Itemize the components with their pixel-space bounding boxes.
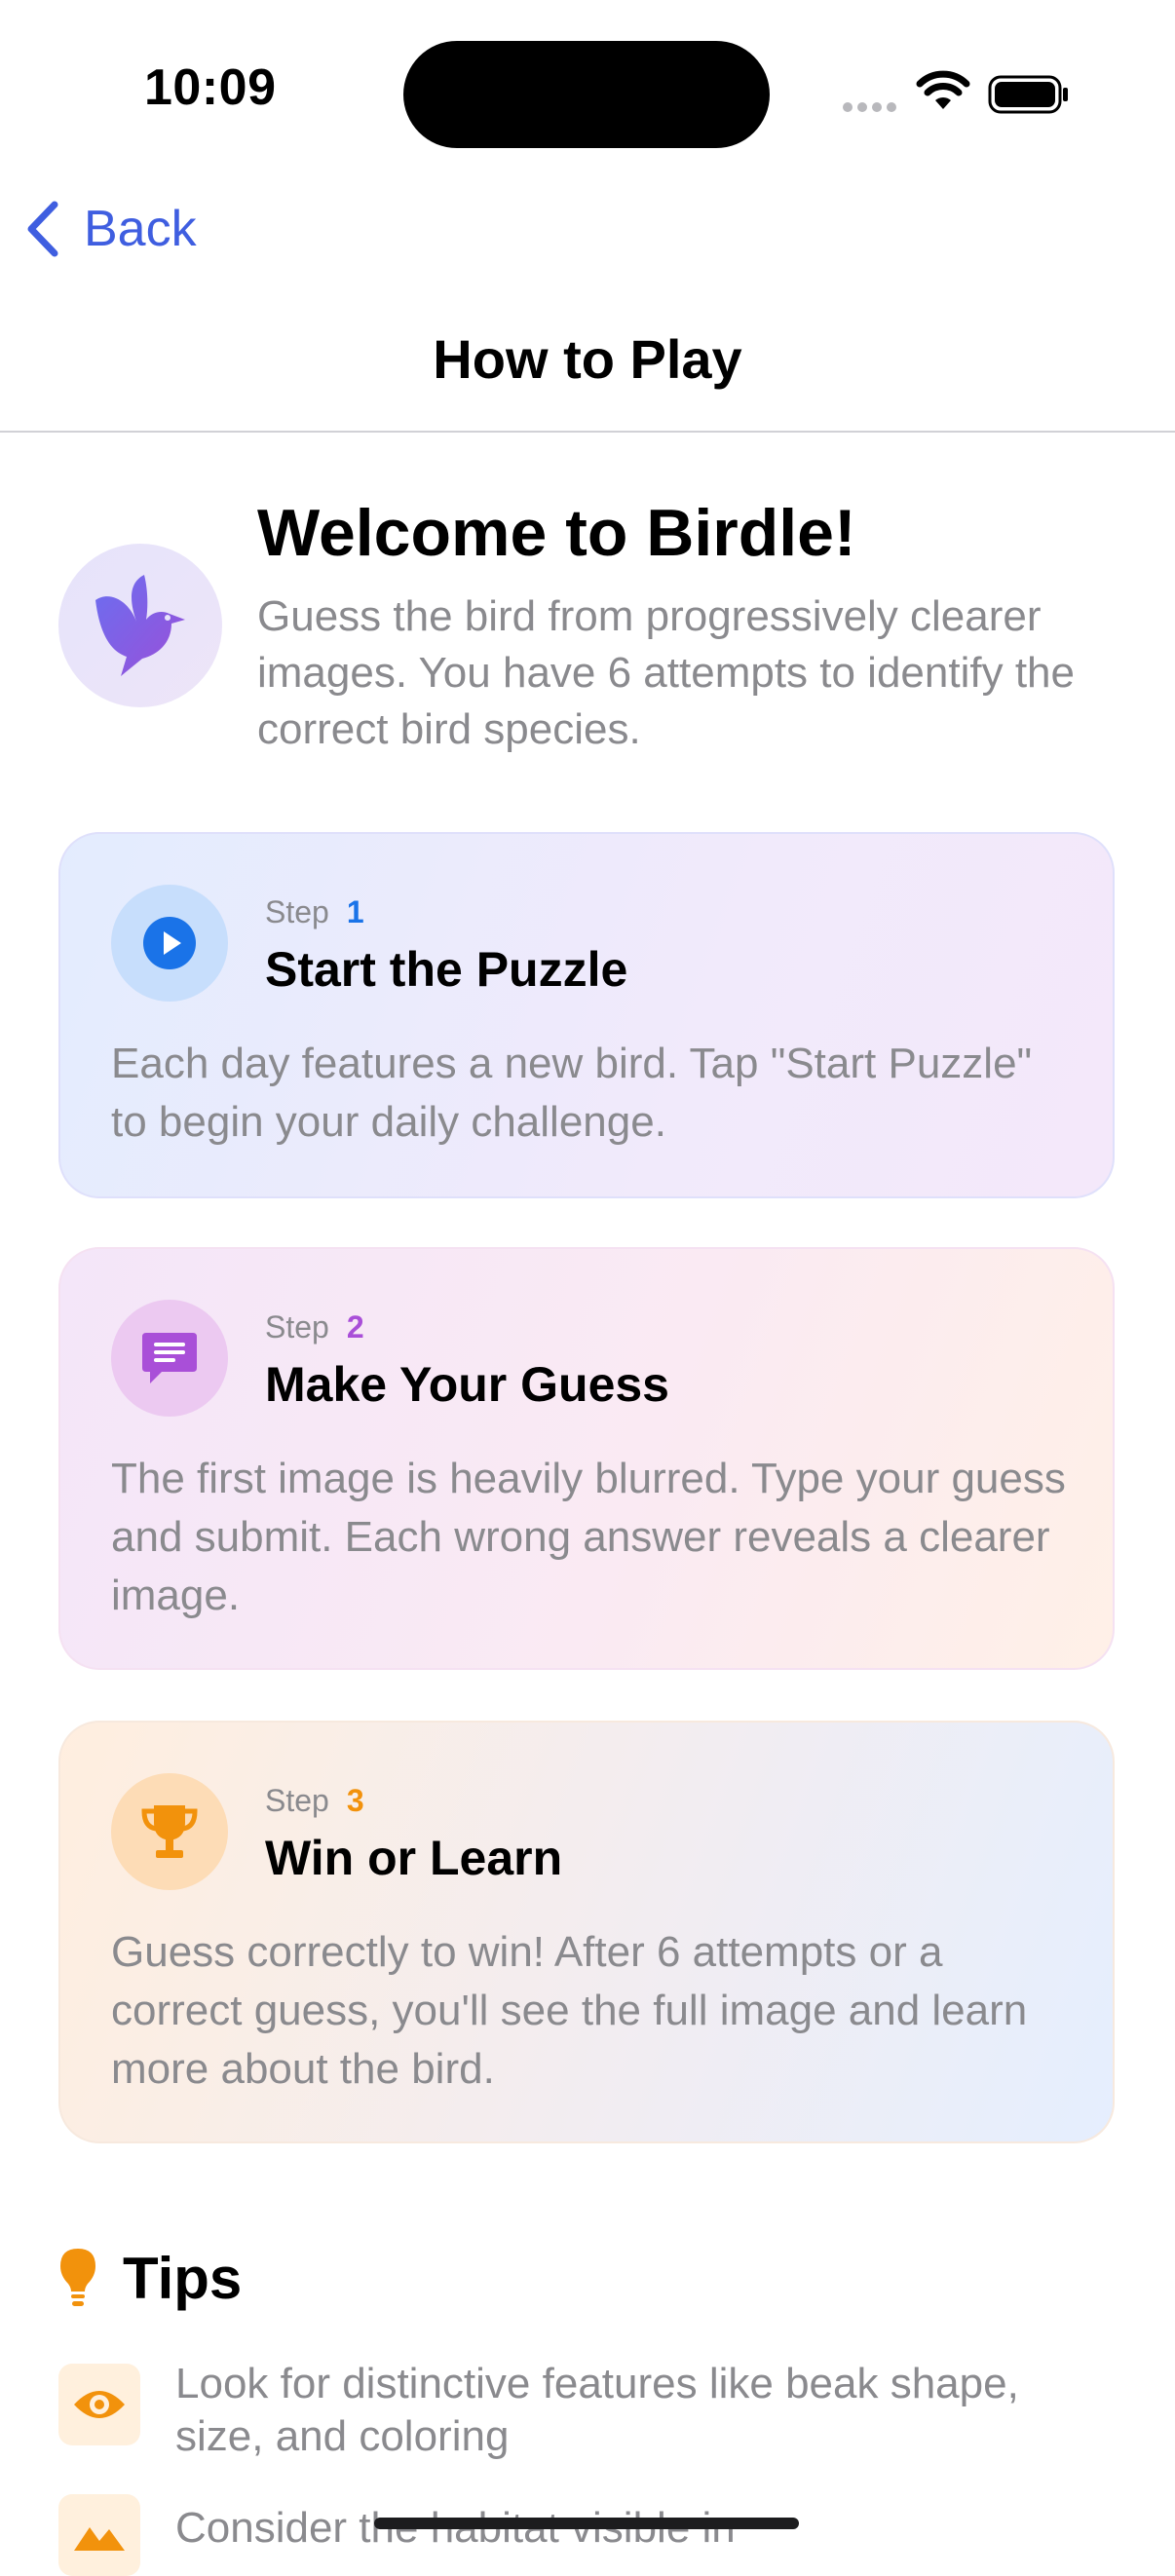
step-title: Make Your Guess: [265, 1357, 669, 1412]
bird-logo-icon: [58, 544, 222, 707]
step-number: 3: [346, 1783, 364, 1818]
step-description: Guess correctly to win! After 6 attempts…: [111, 1928, 1028, 2093]
chevron-left-icon: [27, 201, 58, 257]
lightbulb-icon: [60, 2249, 95, 2306]
dynamic-island: [403, 41, 770, 148]
trophy-icon: [111, 1773, 228, 1890]
cellular-signal-icon: [843, 102, 896, 112]
step-label: Step: [265, 1783, 329, 1818]
eye-icon: [58, 2364, 140, 2445]
step-description: Each day features a new bird. Tap "Start…: [111, 1040, 1033, 1146]
step-title: Start the Puzzle: [265, 942, 628, 997]
landscape-icon: [58, 2494, 140, 2576]
tips-header: Tips: [58, 2239, 242, 2317]
page-title: How to Play: [433, 328, 742, 390]
welcome-title: Welcome to Birdle!: [257, 496, 856, 570]
step-label: Step: [265, 894, 329, 929]
step-card-3: Step 3 Win or Learn Guess correctly to wi…: [58, 1721, 1115, 2143]
tip-text: Look for distinctive features like beak …: [175, 2360, 1019, 2460]
wifi-icon: [916, 70, 970, 109]
tips-title: Tips: [123, 2245, 243, 2311]
play-icon: [111, 885, 228, 1002]
back-button[interactable]: Back: [23, 195, 197, 263]
step-number: 1: [346, 894, 364, 929]
step-number: 2: [346, 1309, 364, 1345]
nav-divider: [0, 431, 1175, 433]
step-description: The first image is heavily blurred. Type…: [111, 1455, 1066, 1619]
message-icon: [111, 1300, 228, 1417]
back-label: Back: [84, 201, 197, 257]
step-card-1: Step 1 Start the Puzzle Each day features…: [58, 832, 1115, 1198]
step-card-2: Step 2 Make Your Guess The first image is…: [58, 1247, 1115, 1670]
step-title: Win or Learn: [265, 1831, 563, 1885]
status-time: 10:09: [144, 59, 277, 116]
home-indicator[interactable]: [374, 2518, 799, 2529]
step-label: Step: [265, 1309, 329, 1345]
welcome-description: Guess the bird from progressively cleare…: [257, 592, 1075, 753]
battery-icon: [988, 75, 1068, 114]
